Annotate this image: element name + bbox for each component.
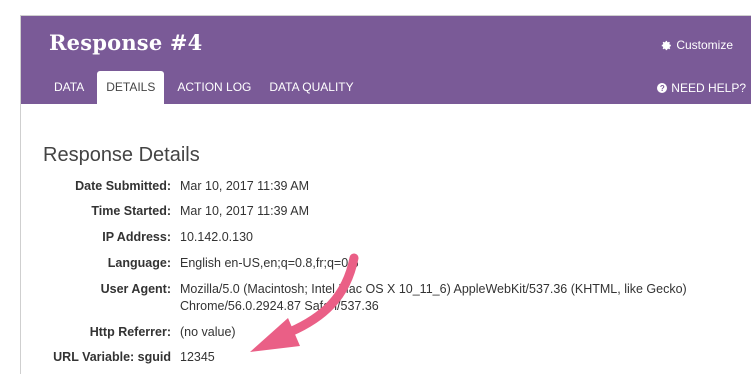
page-title: Response #4: [49, 30, 203, 55]
detail-row-language: Language: English en-US,en;q=0.8,fr;q=0.…: [21, 255, 751, 272]
need-help-link[interactable]: ? NEED HELP?: [657, 81, 746, 95]
response-panel: Response #4 Customize DATA DETAILS ACTIO…: [20, 15, 751, 374]
detail-value: 12345: [180, 350, 215, 364]
detail-row-ip-address: IP Address: 10.142.0.130: [21, 229, 751, 246]
tab-data-quality[interactable]: DATA QUALITY: [260, 71, 362, 104]
tab-data[interactable]: DATA: [45, 71, 93, 104]
detail-value: Mar 10, 2017 11:39 AM: [180, 179, 310, 193]
detail-row-date-submitted: Date Submitted: Mar 10, 2017 11:39 AM: [21, 178, 751, 195]
detail-label: Language:: [107, 256, 171, 270]
customize-button[interactable]: Customize: [661, 38, 733, 52]
detail-label: URL Variable: sguid: [53, 350, 171, 364]
question-circle-icon: ?: [657, 83, 668, 93]
detail-label: Time Started:: [91, 204, 171, 218]
detail-row-url-variable-sguid: URL Variable: sguid 12345: [21, 349, 751, 366]
detail-row-http-referrer: Http Referrer: (no value): [21, 324, 751, 341]
customize-label: Customize: [676, 38, 733, 52]
detail-row-user-agent: User Agent: Mozilla/5.0 (Macintosh; Inte…: [21, 281, 751, 315]
tab-details[interactable]: DETAILS: [97, 71, 165, 104]
gear-icon: [662, 40, 672, 50]
response-header: Response #4 Customize DATA DETAILS ACTIO…: [21, 16, 751, 104]
detail-value: Mozilla/5.0 (Macintosh; Intel Mac OS X 1…: [180, 282, 687, 313]
need-help-label: NEED HELP?: [671, 81, 746, 95]
detail-value: English en-US,en;q=0.8,fr;q=0.6: [180, 256, 359, 270]
detail-value: (no value): [180, 325, 236, 339]
detail-label: Date Submitted:: [75, 179, 171, 193]
detail-label: Http Referrer:: [89, 325, 171, 339]
tab-bar: DATA DETAILS ACTION LOG DATA QUALITY: [45, 71, 363, 104]
tab-action-log[interactable]: ACTION LOG: [168, 71, 260, 104]
detail-value: Mar 10, 2017 11:39 AM: [180, 204, 310, 218]
section-title: Response Details: [43, 144, 200, 166]
detail-label: IP Address:: [102, 230, 171, 244]
detail-value: 10.142.0.130: [180, 230, 253, 244]
detail-row-time-started: Time Started: Mar 10, 2017 11:39 AM: [21, 203, 751, 220]
detail-label: User Agent:: [100, 282, 171, 296]
details-list: Date Submitted: Mar 10, 2017 11:39 AM Ti…: [21, 178, 751, 366]
